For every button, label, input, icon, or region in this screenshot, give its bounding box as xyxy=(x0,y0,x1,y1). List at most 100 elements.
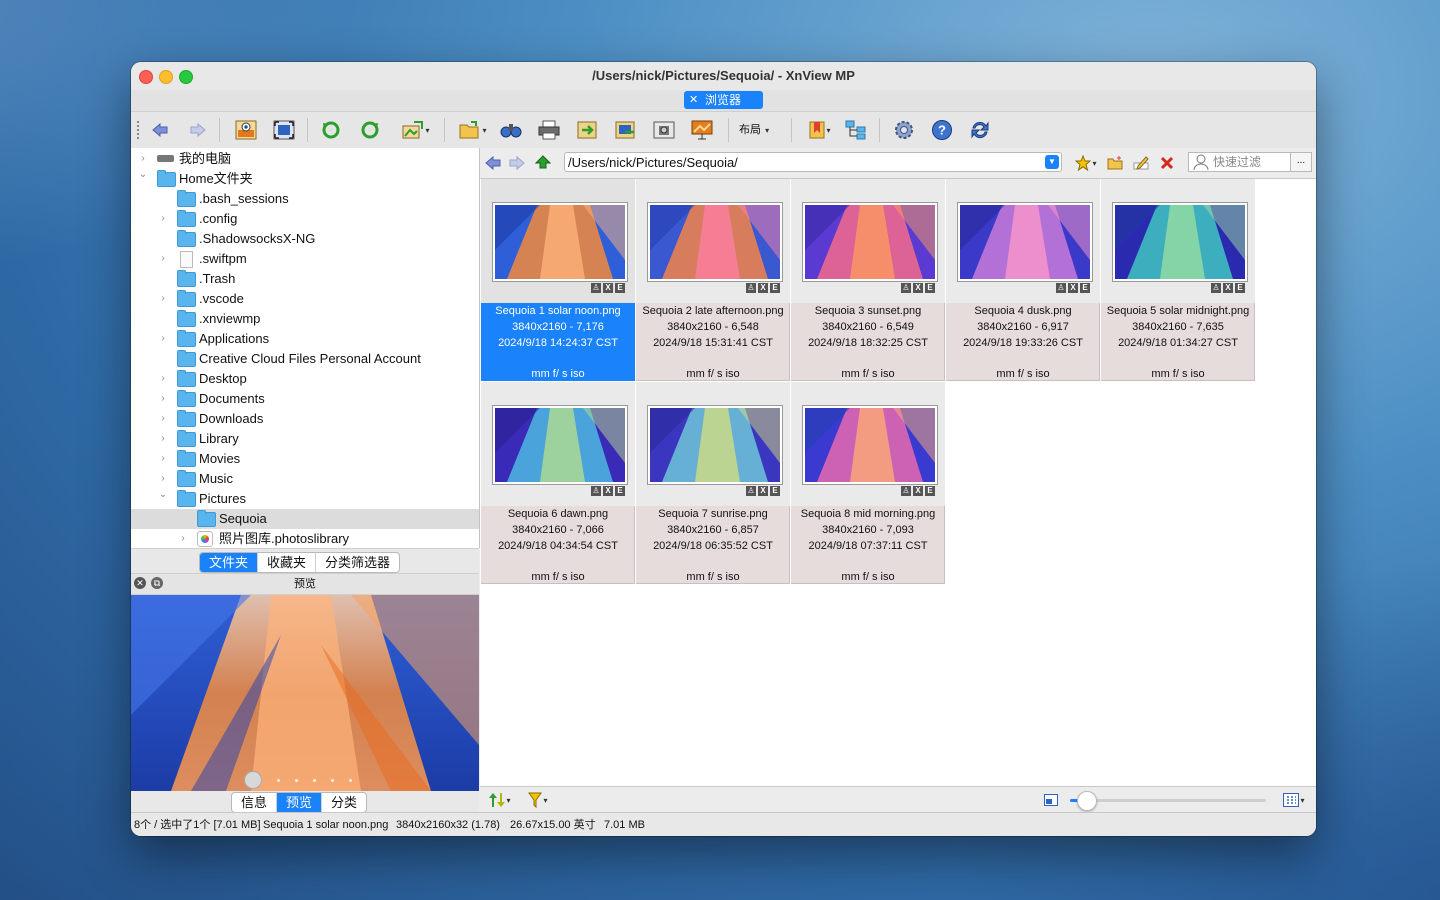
preview-image xyxy=(131,595,479,791)
chevron-right-icon[interactable]: › xyxy=(157,369,169,389)
search-files-button[interactable] xyxy=(498,118,524,142)
tab-preview[interactable]: 预览 xyxy=(277,793,323,812)
user-filter-icon xyxy=(1193,154,1209,170)
chevron-right-icon[interactable]: › xyxy=(157,389,169,409)
chevron-down-icon[interactable]: ⌄ xyxy=(137,165,149,185)
chevron-right-icon[interactable]: › xyxy=(157,329,169,349)
chevron-right-icon[interactable]: › xyxy=(157,429,169,449)
tree-item[interactable]: .ShadowsocksX-NG xyxy=(131,229,479,249)
thumbnail-item[interactable]: ♙ X E Sequoia 4 dusk.png 3840x2160 - 6,917 20… xyxy=(946,179,1100,381)
minimize-window-button[interactable] xyxy=(159,70,173,84)
batch-rename-button[interactable] xyxy=(613,118,639,142)
view-image-button[interactable] xyxy=(233,118,259,142)
tree-item[interactable]: › .swiftpm xyxy=(131,249,479,269)
preview-scrubber-handle[interactable] xyxy=(244,771,262,789)
file-badges: ♙ X E xyxy=(746,486,780,496)
tree-item[interactable]: .Trash xyxy=(131,269,479,289)
chevron-right-icon[interactable]: › xyxy=(157,409,169,429)
address-back-button[interactable] xyxy=(482,151,504,175)
path-input[interactable]: /Users/nick/Pictures/Sequoia/ ▼ xyxy=(564,152,1062,172)
chevron-right-icon[interactable]: › xyxy=(157,289,169,309)
tree-item[interactable]: › 照片图库.photoslibrary xyxy=(131,529,479,548)
float-panel-icon[interactable]: ⧉ xyxy=(151,577,163,589)
thumbnail-size-slider[interactable] xyxy=(1070,791,1266,811)
thumbnail-dimensions: 3840x2160 - 7,635 xyxy=(1132,321,1224,333)
convert-button[interactable]: ▾ xyxy=(397,118,435,142)
screen-capture-button[interactable] xyxy=(651,118,677,142)
chevron-down-icon[interactable]: ⌄ xyxy=(157,485,169,505)
tree-item[interactable]: .bash_sessions xyxy=(131,189,479,209)
thumbnail-item[interactable]: ♙ X E Sequoia 1 solar noon.png 3840x2160 - 7… xyxy=(481,179,635,381)
open-folder-button[interactable]: ▾ xyxy=(454,118,492,142)
folder-tree-button[interactable] xyxy=(843,118,869,142)
tab-favorites[interactable]: 收藏夹 xyxy=(258,553,317,572)
thumbnail-frame: ♙ X E xyxy=(946,179,1100,303)
chevron-right-icon[interactable]: › xyxy=(177,529,189,548)
sort-button[interactable]: ▾ xyxy=(482,788,518,812)
close-panel-icon[interactable]: ✕ xyxy=(134,577,146,589)
zoom-window-button[interactable] xyxy=(179,70,193,84)
thumbnail-item[interactable]: ♙ X E Sequoia 8 mid morning.png 3840x2160 - … xyxy=(791,382,945,584)
tree-item[interactable]: .xnviewmp xyxy=(131,309,479,329)
new-folder-button[interactable] xyxy=(1104,151,1126,175)
tree-item[interactable]: › 我的电脑 xyxy=(131,149,479,169)
batch-convert-button[interactable] xyxy=(575,118,601,142)
chevron-down-icon[interactable]: ▼ xyxy=(1045,155,1059,169)
tab-category[interactable]: 分类 xyxy=(322,793,366,812)
rename-button[interactable] xyxy=(1130,151,1152,175)
help-button[interactable]: ? xyxy=(929,118,955,142)
rotate-left-button[interactable] xyxy=(318,118,344,142)
thumbnail-item[interactable]: ♙ X E Sequoia 7 sunrise.png 3840x2160 - 6,85… xyxy=(636,382,790,584)
back-button[interactable] xyxy=(147,118,173,142)
tree-item[interactable]: Sequoia xyxy=(131,509,479,529)
tree-item[interactable]: › Downloads xyxy=(131,409,479,429)
thumbnail-size-slider-handle[interactable] xyxy=(1076,791,1097,811)
chevron-right-icon[interactable]: › xyxy=(157,249,169,269)
fullscreen-button[interactable] xyxy=(271,118,297,142)
tree-item[interactable]: › Applications xyxy=(131,329,479,349)
filter-options-button[interactable]: ... xyxy=(1290,152,1312,172)
thumbnail-item[interactable]: ♙ X E Sequoia 3 sunset.png 3840x2160 - 6,549… xyxy=(791,179,945,381)
tree-item[interactable]: › .vscode xyxy=(131,289,479,309)
thumbnail-date: 2024/9/18 07:37:11 CST xyxy=(808,540,928,552)
tree-item[interactable]: ⌄ Pictures xyxy=(131,489,479,509)
thumb-size-small-button[interactable] xyxy=(1040,788,1062,812)
parent-folder-button[interactable] xyxy=(532,151,554,175)
slideshow-button[interactable] xyxy=(689,118,715,142)
close-tab-icon[interactable]: ✕ xyxy=(689,91,698,109)
rotate-right-button[interactable] xyxy=(357,118,383,142)
xmp-badge-icon: X xyxy=(758,283,768,293)
tab-info[interactable]: 信息 xyxy=(232,793,278,812)
chevron-right-icon[interactable]: › xyxy=(157,209,169,229)
thumbnail-item[interactable]: ♙ X E Sequoia 2 late afternoon.png 3840x2160… xyxy=(636,179,790,381)
print-button[interactable] xyxy=(536,118,562,142)
close-window-button[interactable] xyxy=(139,70,153,84)
bookmark-button[interactable]: ▾ xyxy=(803,118,837,142)
favorites-button[interactable]: ▾ xyxy=(1070,151,1102,175)
view-mode-button[interactable]: ▾ xyxy=(1276,788,1312,812)
forward-button[interactable] xyxy=(185,118,211,142)
tree-item[interactable]: ⌄ Home文件夹 xyxy=(131,169,479,189)
thumbnail-item[interactable]: ♙ X E Sequoia 5 solar midnight.png 3840x2160… xyxy=(1101,179,1255,381)
browser-tab[interactable]: ✕ 浏览器 xyxy=(684,91,763,109)
quick-filter-input[interactable]: 快速过滤 xyxy=(1188,152,1292,172)
toolbar-grip[interactable] xyxy=(137,121,141,139)
tree-item[interactable]: › Music xyxy=(131,469,479,489)
delete-button[interactable] xyxy=(1156,151,1178,175)
tab-folders[interactable]: 文件夹 xyxy=(200,553,259,572)
address-forward-button[interactable] xyxy=(506,151,528,175)
tree-item[interactable]: › .config xyxy=(131,209,479,229)
tree-item[interactable]: Creative Cloud Files Personal Account xyxy=(131,349,479,369)
tree-item[interactable]: › Documents xyxy=(131,389,479,409)
tree-item[interactable]: › Library xyxy=(131,429,479,449)
folder-icon xyxy=(177,230,196,247)
filter-button[interactable]: ▾ xyxy=(520,788,556,812)
tree-item[interactable]: › Movies xyxy=(131,449,479,469)
thumbnail-item[interactable]: ♙ X E Sequoia 6 dawn.png 3840x2160 - 7,066 20… xyxy=(481,382,635,584)
settings-button[interactable] xyxy=(891,118,917,142)
tree-item[interactable]: › Desktop xyxy=(131,369,479,389)
chevron-right-icon[interactable]: › xyxy=(157,449,169,469)
tab-category-filter[interactable]: 分类筛选器 xyxy=(316,553,399,572)
refresh-button[interactable] xyxy=(967,118,993,142)
layout-menu-button[interactable]: 布局 ▾ xyxy=(739,118,769,142)
